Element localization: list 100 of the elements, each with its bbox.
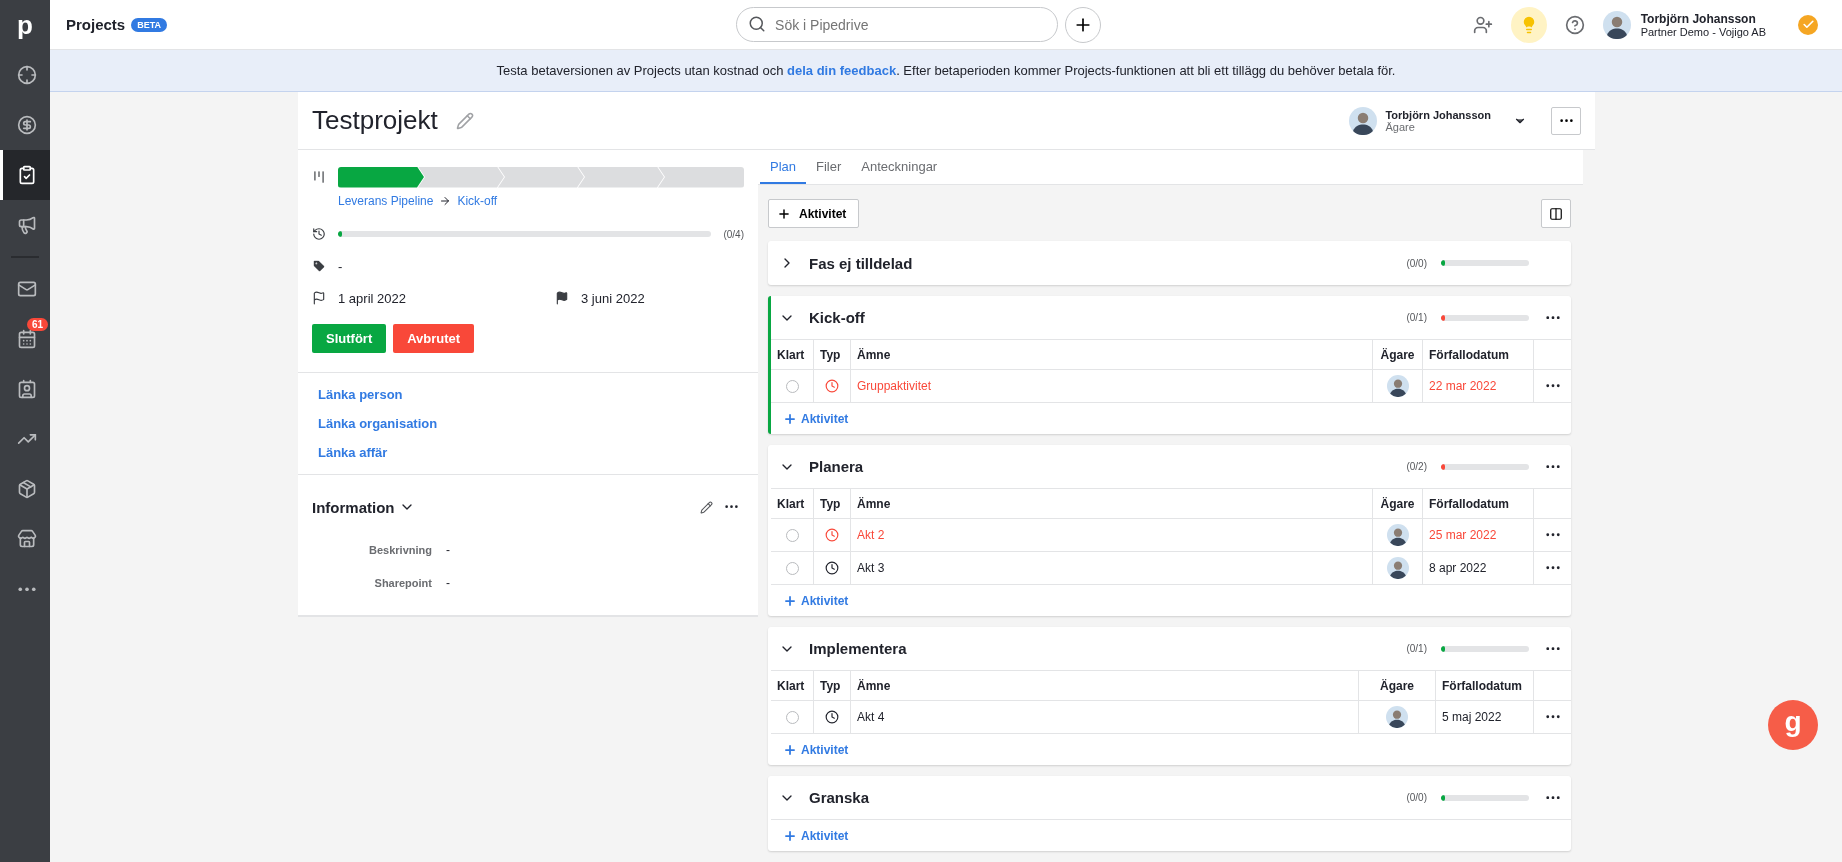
due-date: 5 maj 2022 xyxy=(1442,710,1502,724)
phase-title: Implementera xyxy=(809,640,908,657)
link-entity-link[interactable]: Länka affär xyxy=(318,445,388,460)
field-value: - xyxy=(446,542,450,557)
more-icon[interactable] xyxy=(725,505,738,509)
section-title: Information xyxy=(312,498,395,516)
search-field[interactable]: Sök i Pipedrive xyxy=(736,7,1059,42)
columns-icon xyxy=(1549,206,1563,221)
activity-subject[interactable]: Gruppaktivitet xyxy=(857,379,932,393)
done-checkbox[interactable] xyxy=(785,528,799,542)
stage-link[interactable]: Kick-off xyxy=(457,194,498,208)
phase-count: (0/2) xyxy=(1406,461,1427,472)
done-checkbox[interactable] xyxy=(785,561,799,575)
due-date: 22 mar 2022 xyxy=(1429,379,1497,393)
app-logo[interactable]: p xyxy=(0,0,50,50)
done-checkbox[interactable] xyxy=(785,379,799,393)
phase-count: (0/0) xyxy=(1406,257,1427,269)
add-activity-button[interactable]: Aktivitet xyxy=(768,199,860,228)
more-icon[interactable] xyxy=(1546,646,1560,651)
owner-avatar xyxy=(1386,706,1408,728)
end-date: 3 juni 2022 xyxy=(581,290,645,306)
activity-subject[interactable]: Akt 4 xyxy=(857,710,885,724)
plus-icon xyxy=(777,206,791,221)
store-icon xyxy=(16,529,37,549)
arrow-icon xyxy=(439,195,452,207)
column-header: Förfallodatum xyxy=(1436,671,1534,701)
tag-icon xyxy=(312,259,326,273)
owner-avatar xyxy=(1349,106,1378,135)
column-header: Typ xyxy=(814,489,851,519)
add-activity-link[interactable]: Aktivitet xyxy=(771,820,1571,851)
calendar-icon xyxy=(16,329,37,349)
progress-count: (0/4) xyxy=(723,228,744,240)
history-icon xyxy=(312,227,326,241)
notification-badge: 61 xyxy=(26,318,48,331)
owner-name: Torbjörn Johansson xyxy=(1385,108,1491,121)
column-header: Ämne xyxy=(851,489,1373,519)
phase-title: Fas ej tilldelad xyxy=(809,254,914,272)
pipeline-stage[interactable] xyxy=(338,166,424,188)
target-icon xyxy=(16,65,37,85)
field-label: Sharepoint xyxy=(373,576,432,589)
done-checkbox[interactable] xyxy=(785,710,799,724)
won-button[interactable]: Slutfört xyxy=(312,323,387,353)
activity-subject[interactable]: Akt 2 xyxy=(857,528,885,542)
finish-flag-icon xyxy=(555,291,569,305)
owner-avatar xyxy=(1386,557,1409,579)
more-icon[interactable] xyxy=(1545,566,1560,570)
column-header: Ämne xyxy=(851,340,1373,370)
contacts-icon xyxy=(16,379,37,399)
edit-icon[interactable] xyxy=(700,500,713,514)
link-entity-link[interactable]: Länka person xyxy=(318,387,403,402)
banner-text: Testa betaversionen av Projects utan kostnad och dela din feedback. Efter betaperioden kommer Projects-funktionen att bli ett tillägg du behöver betala för. xyxy=(496,63,1396,78)
pipeline-stage[interactable] xyxy=(418,166,504,188)
phase-count: (0/1) xyxy=(1406,312,1427,323)
more-icon[interactable] xyxy=(1546,795,1560,800)
plus-icon xyxy=(783,411,797,426)
add-activity-link[interactable]: Aktivitet xyxy=(771,734,1571,765)
plus-icon xyxy=(783,593,797,608)
flag-icon xyxy=(312,291,326,305)
column-header: Typ xyxy=(814,671,851,701)
more-icon[interactable] xyxy=(1545,384,1560,388)
more-icon[interactable] xyxy=(1546,315,1560,320)
pipeline-link[interactable]: Leverans Pipeline xyxy=(338,194,434,208)
more-icon[interactable] xyxy=(1545,533,1560,537)
phase-count: (0/1) xyxy=(1406,643,1427,654)
field-label: Beskrivning xyxy=(368,543,432,556)
plus-icon xyxy=(783,828,797,843)
due-date: 8 apr 2022 xyxy=(1429,561,1487,575)
sidebar-item[interactable]: 61 xyxy=(0,314,50,364)
link-entity-link[interactable]: Länka organisation xyxy=(318,416,438,431)
more-icon[interactable] xyxy=(1545,715,1560,719)
column-header: Förfallodatum xyxy=(1423,340,1534,370)
more-icon[interactable] xyxy=(1546,464,1560,469)
column-header: Förfallodatum xyxy=(1423,489,1534,519)
owner-role: Ägare xyxy=(1385,120,1415,133)
pipeline-icon xyxy=(312,170,326,184)
tab[interactable]: Plan xyxy=(760,150,807,184)
lost-button[interactable]: Avbrutet xyxy=(393,323,475,353)
more-button[interactable] xyxy=(1551,106,1581,135)
add-activity-link[interactable]: Aktivitet xyxy=(771,403,1571,434)
add-button[interactable] xyxy=(1065,6,1102,43)
phase-title: Planera xyxy=(809,458,865,475)
phase-title: Kick-off xyxy=(809,309,866,326)
plus-icon xyxy=(783,742,797,757)
column-header: Typ xyxy=(814,340,851,370)
sidebar-item[interactable] xyxy=(0,150,50,200)
column-header: Ämne xyxy=(851,671,1359,701)
box-icon xyxy=(16,479,37,499)
column-header: Ägare xyxy=(1373,489,1423,519)
user-avatar xyxy=(1602,10,1631,39)
app-title: Projects xyxy=(66,16,126,33)
dollar-icon xyxy=(16,115,37,135)
tab[interactable]: Anteckningar xyxy=(851,150,948,184)
activity-subject[interactable]: Akt 3 xyxy=(857,561,885,575)
tab[interactable]: Filer xyxy=(806,150,852,184)
layout-button[interactable] xyxy=(1541,199,1571,228)
phase-count: (0/0) xyxy=(1406,792,1427,803)
add-activity-link[interactable]: Aktivitet xyxy=(771,585,1571,616)
owner-avatar xyxy=(1386,375,1409,397)
megaphone-icon xyxy=(16,215,37,235)
column-header: Klart xyxy=(771,671,814,701)
